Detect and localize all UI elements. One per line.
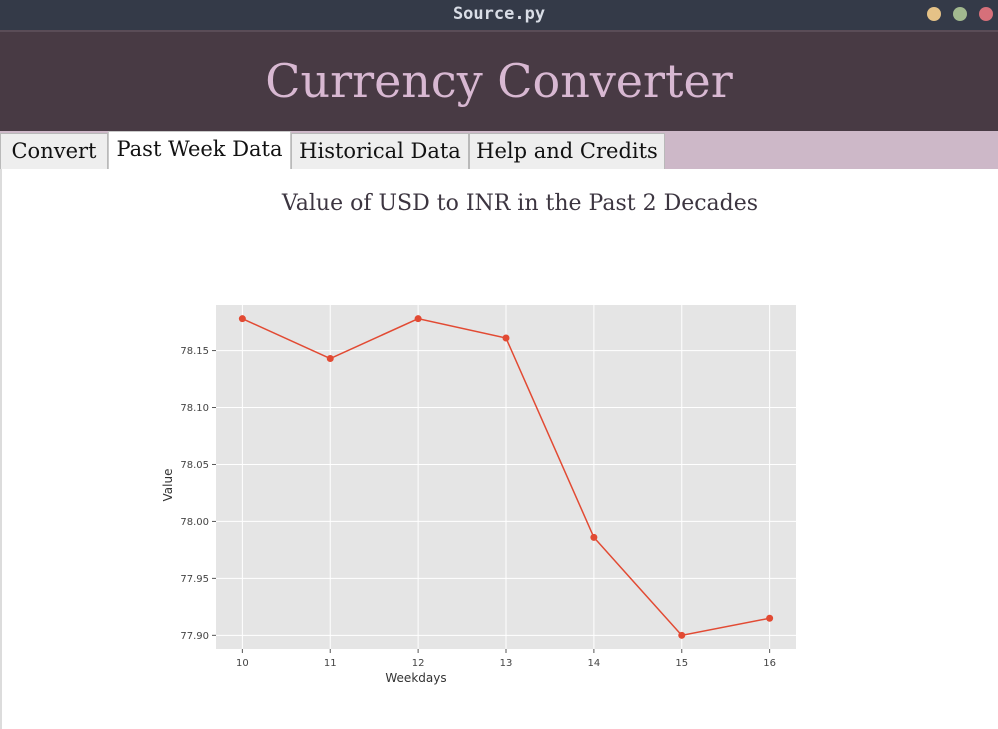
data-point xyxy=(502,334,510,342)
data-point xyxy=(590,533,598,541)
data-point xyxy=(766,614,774,622)
line-chart: 10 11 12 13 14 15 16 77.90 77.95 78.00 78.05 78.10… xyxy=(161,305,796,685)
data-point xyxy=(238,315,246,323)
data-point xyxy=(414,315,422,323)
y-tick-label: 78.00 xyxy=(180,517,209,528)
y-tick-label: 77.90 xyxy=(180,631,209,642)
y-axis-ticks: 77.90 77.95 78.00 78.05 78.10 78.15 xyxy=(180,346,216,642)
x-tick-label: 14 xyxy=(588,658,601,669)
y-tick-label: 78.10 xyxy=(180,403,209,414)
x-tick-label: 16 xyxy=(763,658,776,669)
x-tick-label: 12 xyxy=(412,658,425,669)
x-tick-label: 15 xyxy=(675,658,688,669)
data-point xyxy=(678,631,686,639)
y-axis-label: Value xyxy=(161,469,175,502)
y-tick-label: 78.15 xyxy=(180,346,209,357)
y-tick-label: 77.95 xyxy=(180,574,209,585)
x-tick-label: 13 xyxy=(500,658,513,669)
y-tick-label: 78.05 xyxy=(180,460,209,471)
x-tick-label: 10 xyxy=(236,658,249,669)
x-tick-label: 11 xyxy=(324,658,337,669)
data-point xyxy=(326,355,334,363)
x-axis-label: Weekdays xyxy=(385,671,446,685)
x-axis-ticks: 10 11 12 13 14 15 16 xyxy=(236,649,776,669)
